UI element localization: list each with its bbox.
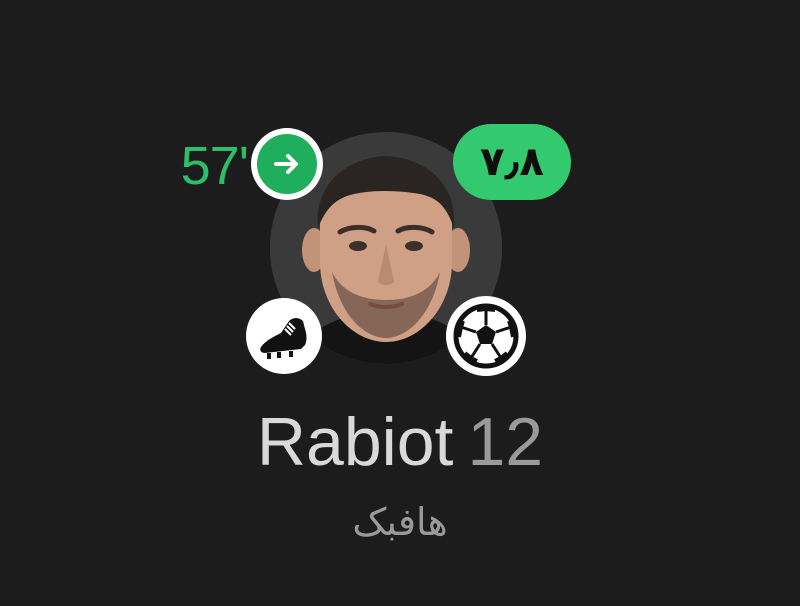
player-name-line: Rabiot 12 (0, 402, 800, 482)
football-ball-icon (446, 296, 526, 376)
arrow-right-icon (251, 128, 323, 200)
player-position: هافبک (352, 500, 448, 544)
player-name: Rabiot (256, 404, 454, 480)
football-boot-icon (246, 298, 322, 374)
rating-badge: ۷٫۸ (453, 124, 571, 200)
player-number: 12 (467, 404, 544, 480)
player-card[interactable]: 57' ۷٫۸ Rabiot 12 هافبک (0, 0, 800, 606)
substitution-minute: 57' (180, 136, 249, 196)
